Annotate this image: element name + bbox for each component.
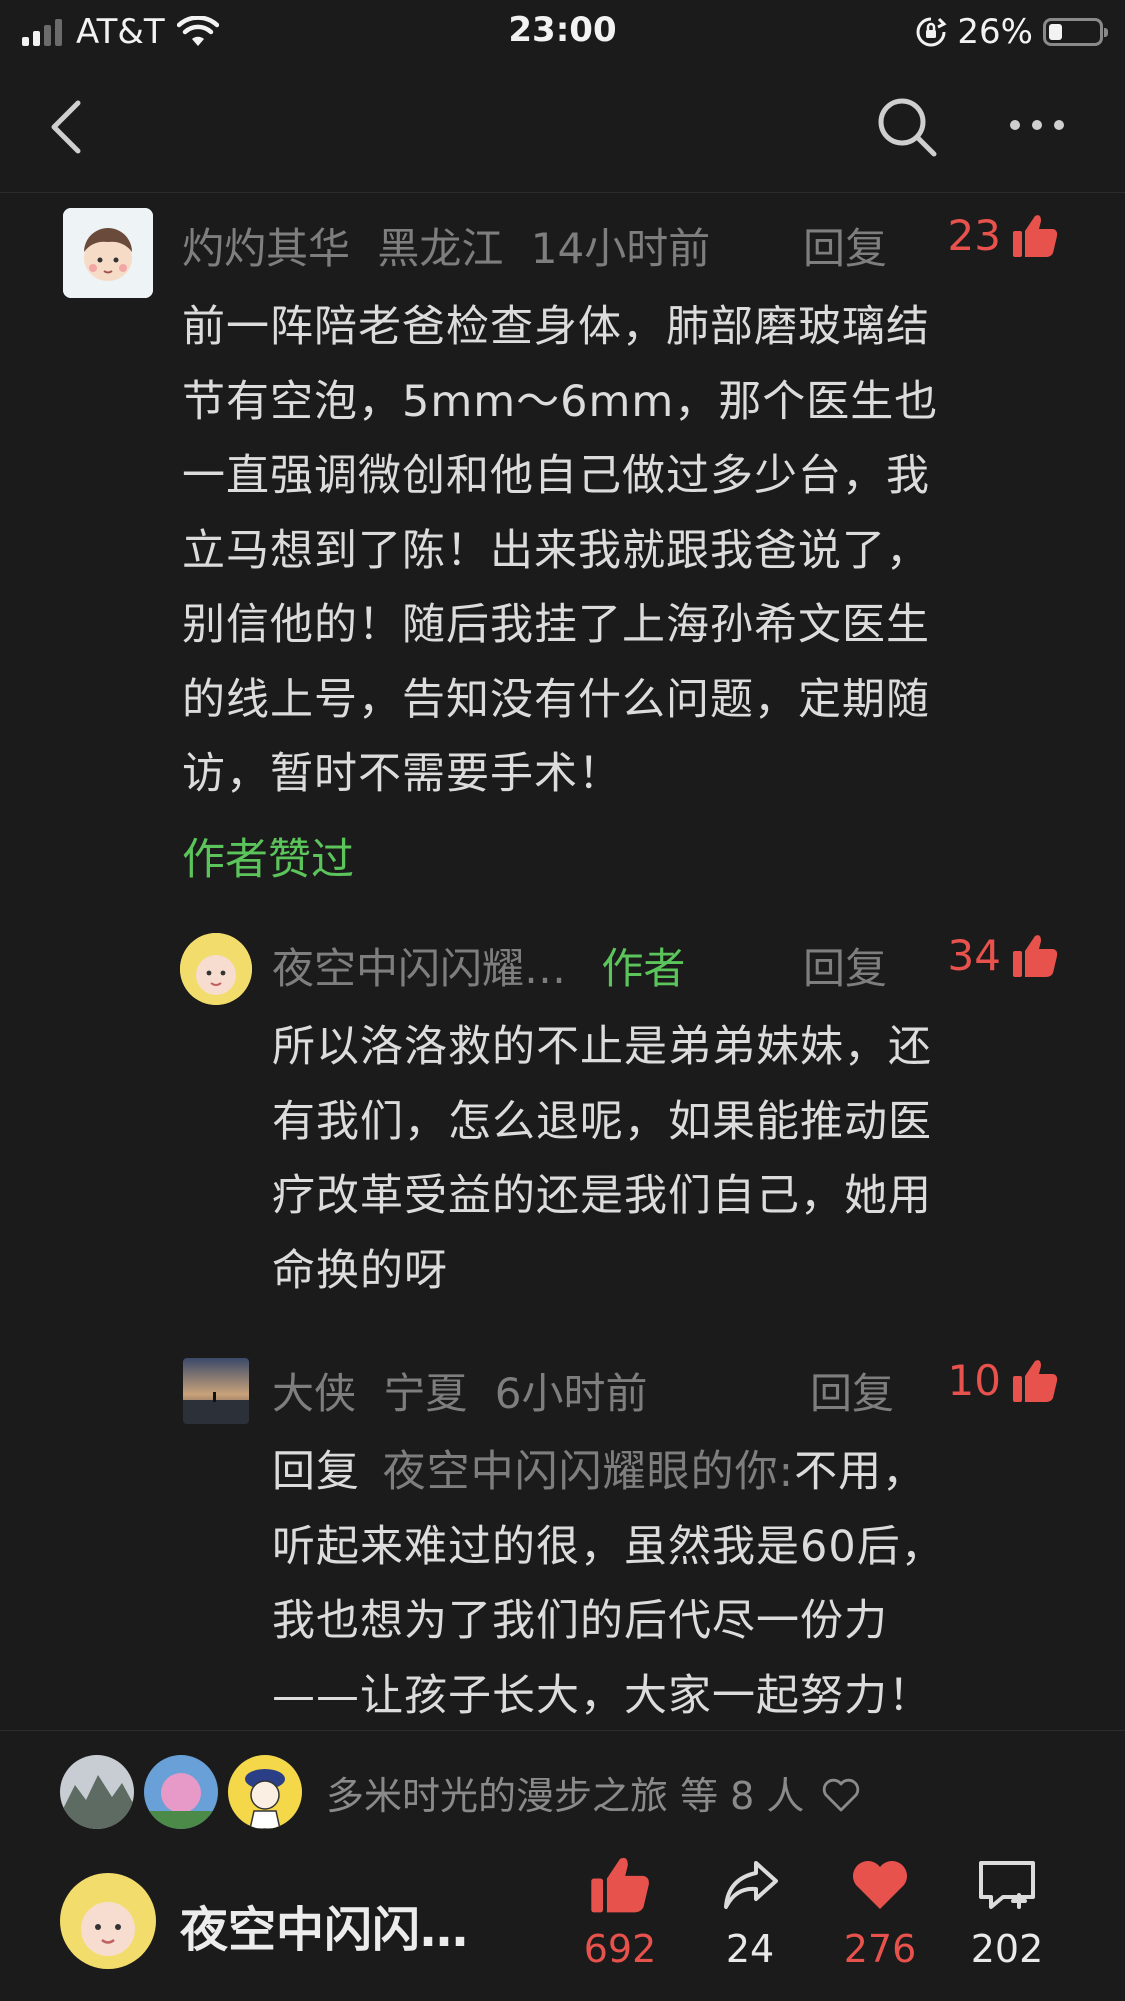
avatar xyxy=(228,1755,302,1829)
author-avatar[interactable] xyxy=(60,1873,156,1969)
share-icon xyxy=(724,1861,778,1909)
comment-line: 回复 夜空中闪闪耀眼的你:不用， xyxy=(272,1435,1092,1510)
avatar[interactable] xyxy=(183,1358,249,1424)
comment-body: 前一阵陪老爸检查身体，肺部磨玻璃结 节有空泡，5mm～6mm，那个医生也 一直强… xyxy=(182,290,1062,812)
divider xyxy=(0,1730,1125,1731)
author-badge: 作者 xyxy=(601,944,686,993)
comment: 灼灼其华 黑龙江 14小时前 回复 23 前一阵陪老爸检查身体，肺部磨玻璃结 节… xyxy=(0,205,1125,895)
status-bar: AT&T 23:00 26% xyxy=(0,0,1125,62)
reply-button[interactable]: 回复 xyxy=(803,215,887,276)
comment-line: 访，暂时不需要手术！ xyxy=(182,749,622,799)
timestamp: 14小时前 xyxy=(530,224,711,273)
username[interactable]: 夜空中闪闪耀… xyxy=(272,944,566,993)
comment-line: 一直强调微创和他自己做过多少台，我 xyxy=(182,451,930,501)
comment-total: 202 xyxy=(970,1927,1044,1971)
comment-body: 回复 夜空中闪闪耀眼的你:不用， 听起来难过的很，虽然我是60后， 我也想为了我… xyxy=(272,1435,1092,1733)
nav-bar xyxy=(0,62,1125,193)
battery-icon xyxy=(1043,18,1108,46)
comment-line: 立马想到了陈！出来我就跟我爸说了， xyxy=(182,525,930,576)
favorite-action-button[interactable]: 276 xyxy=(825,1855,935,1971)
like-button[interactable]: 34 xyxy=(948,931,1059,980)
share-action-button[interactable]: 24 xyxy=(695,1855,805,1971)
comment-meta: 大侠 宁夏 6小时前 xyxy=(272,1360,647,1421)
comment-line: 我也想为了我们的后代尽一份力 xyxy=(272,1596,888,1646)
comment-line: ——让孩子长大，大家一起努力！ xyxy=(272,1670,932,1721)
share-total: 24 xyxy=(725,1927,775,1971)
comment-line: 的线上号，告知没有什么问题，定期随 xyxy=(182,674,930,725)
thumbs-up-icon xyxy=(1013,1359,1058,1402)
comment-text: 不用， xyxy=(794,1447,927,1497)
like-action-button[interactable]: 692 xyxy=(565,1855,675,1971)
thumbs-up-icon xyxy=(1013,214,1058,257)
location: 宁夏 xyxy=(383,1369,468,1418)
reply-button[interactable]: 回复 xyxy=(803,935,887,996)
comment-line: 别信他的！随后我挂了上海孙希文医生 xyxy=(182,600,930,650)
comment-line: 命换的呀 xyxy=(272,1245,448,1296)
comment-line: 节有空泡，5mm～6mm，那个医生也 xyxy=(182,376,939,427)
favorite-total: 276 xyxy=(843,1927,917,1971)
comment-line: 听起来难过的很，虽然我是60后， xyxy=(272,1521,945,1572)
username[interactable]: 灼灼其华 xyxy=(182,224,350,273)
battery-percent: 26% xyxy=(957,12,1033,52)
avatar xyxy=(60,1755,134,1829)
like-count: 23 xyxy=(947,211,1001,260)
author-liked-label: 作者赞过 xyxy=(182,835,354,885)
reply-button[interactable]: 回复 xyxy=(810,1360,894,1421)
avatar xyxy=(144,1755,218,1829)
heart-outline-icon xyxy=(822,1778,859,1812)
comment-meta: 灼灼其华 黑龙江 14小时前 xyxy=(182,215,710,276)
thumbs-up-icon xyxy=(1013,934,1058,977)
comment-line: 有我们，怎么退呢，如果能推动医 xyxy=(272,1096,932,1147)
comment-action-button[interactable]: 202 xyxy=(952,1855,1062,1971)
liker-avatars[interactable] xyxy=(60,1755,305,1831)
reply-comment: 大侠 宁夏 6小时前 回复 10 回复 夜空中闪闪耀眼的你:不用， 听起来难过的… xyxy=(0,1350,1125,1730)
username[interactable]: 大侠 xyxy=(272,1369,356,1418)
reply-to-user[interactable]: 夜空中闪闪耀眼的你: xyxy=(383,1447,795,1497)
search-icon[interactable] xyxy=(875,95,939,159)
comment-plus-icon xyxy=(979,1861,1035,1909)
comment-line: 所以洛洛救的不止是弟弟妹妹，还 xyxy=(272,1022,932,1072)
comment-line: 前一阵陪老爸检查身体，肺部磨玻璃结 xyxy=(182,302,930,352)
author-name[interactable]: 夜空中闪闪… xyxy=(180,1890,468,1960)
avatar[interactable] xyxy=(63,208,153,298)
like-button[interactable]: 10 xyxy=(948,1356,1059,1405)
reply-prefix: 回复 xyxy=(272,1447,360,1497)
location: 黑龙江 xyxy=(377,224,504,273)
like-button[interactable]: 23 xyxy=(948,211,1059,260)
comment-body: 所以洛洛救的不止是弟弟妹妹，还 有我们，怎么退呢，如果能推动医 疗改革受益的还是… xyxy=(272,1010,1072,1308)
more-horizontal-icon[interactable] xyxy=(1005,100,1069,150)
like-total: 692 xyxy=(583,1927,657,1971)
reply-comment: 夜空中闪闪耀… 作者 回复 34 所以洛洛救的不止是弟弟妹妹，还 有我们，怎么退… xyxy=(0,925,1125,1315)
like-count: 34 xyxy=(947,931,1001,980)
comment-meta: 夜空中闪闪耀… 作者 xyxy=(272,935,685,996)
timestamp: 6小时前 xyxy=(494,1369,648,1418)
comment-line: 疗改革受益的还是我们自己，她用 xyxy=(272,1171,932,1221)
thumbs-up-icon xyxy=(591,1857,649,1913)
likers-summary[interactable]: 多米时光的漫步之旅 等 8 人 xyxy=(326,1765,861,1820)
avatar[interactable] xyxy=(180,933,252,1005)
like-count: 10 xyxy=(947,1356,1001,1405)
heart-icon xyxy=(853,1861,907,1909)
chevron-left-icon[interactable] xyxy=(40,97,100,157)
status-right: 26% xyxy=(915,12,1108,52)
likers-label: 多米时光的漫步之旅 等 8 人 xyxy=(326,1774,805,1818)
rotation-lock-icon xyxy=(916,17,947,47)
